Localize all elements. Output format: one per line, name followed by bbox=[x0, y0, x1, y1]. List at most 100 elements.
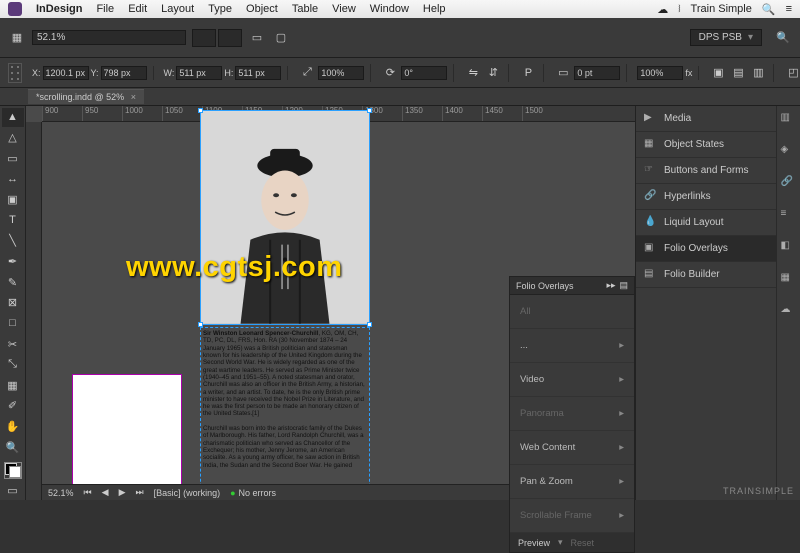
screen-mode-icon[interactable]: ▢ bbox=[272, 29, 290, 47]
character-icon[interactable]: P bbox=[519, 64, 537, 82]
rectangle-frame-tool[interactable]: ⊠ bbox=[2, 293, 24, 312]
line-tool[interactable]: ╲ bbox=[2, 232, 24, 251]
overlay-row-panorama[interactable]: Panorama▸ bbox=[510, 397, 634, 431]
reset-button[interactable]: Reset bbox=[571, 538, 595, 548]
selection-handle[interactable] bbox=[198, 108, 203, 113]
overlay-row-webcontent[interactable]: Web Content▸ bbox=[510, 431, 634, 465]
panel-liquid-layout[interactable]: 💧Liquid Layout bbox=[636, 210, 776, 236]
pencil-tool[interactable]: ✎ bbox=[2, 273, 24, 292]
view-mode-preview[interactable] bbox=[218, 29, 242, 47]
panel-buttons-forms[interactable]: ☞Buttons and Forms bbox=[636, 158, 776, 184]
nav-last-icon[interactable]: ⏭ bbox=[135, 487, 143, 498]
reference-point[interactable] bbox=[8, 63, 22, 83]
text-frame[interactable]: Sir Winston Leonard Spencer-Churchill, K… bbox=[200, 327, 370, 500]
flip-h-icon[interactable]: ⇋ bbox=[464, 64, 482, 82]
page-tool[interactable]: ▭ bbox=[2, 149, 24, 168]
hand-tool[interactable]: ✋ bbox=[2, 417, 24, 436]
menu-help[interactable]: Help bbox=[423, 3, 446, 15]
scissors-tool[interactable]: ✂ bbox=[2, 335, 24, 354]
fill-stroke-swatch[interactable] bbox=[4, 462, 22, 479]
gap-tool[interactable]: ↔ bbox=[2, 170, 24, 189]
text-wrap-3-icon[interactable]: ▥ bbox=[749, 64, 767, 82]
panel-media[interactable]: ▶Media bbox=[636, 106, 776, 132]
cloud-icon[interactable]: ☁ bbox=[657, 3, 668, 16]
panel-menu-icon[interactable]: ▤ bbox=[619, 280, 628, 291]
app-name[interactable]: InDesign bbox=[36, 3, 82, 15]
menu-window[interactable]: Window bbox=[370, 3, 409, 15]
document-tab[interactable]: *scrolling.indd @ 52% × bbox=[28, 89, 144, 104]
swatches-icon[interactable]: ▦ bbox=[781, 272, 797, 288]
bridge-icon[interactable]: ▦ bbox=[8, 29, 26, 47]
opacity-field[interactable] bbox=[637, 66, 683, 80]
selection-handle[interactable] bbox=[367, 108, 372, 113]
flip-v-icon[interactable]: ⇵ bbox=[484, 64, 502, 82]
close-tab-icon[interactable]: × bbox=[131, 92, 136, 102]
free-transform-tool[interactable]: ⤡ bbox=[2, 355, 24, 374]
stroke-field[interactable] bbox=[574, 66, 620, 80]
corner-icon[interactable]: ◰ bbox=[784, 64, 800, 82]
status-errors[interactable]: No errors bbox=[230, 488, 276, 498]
overlay-row-slideshow[interactable]: ...▸ bbox=[510, 329, 634, 363]
x-field[interactable] bbox=[43, 66, 89, 80]
collapse-icon[interactable]: ▸▸ bbox=[606, 280, 615, 291]
menu-type[interactable]: Type bbox=[208, 3, 232, 15]
text-wrap-icon[interactable]: ▣ bbox=[709, 64, 727, 82]
menu-extra-icon[interactable]: ≡ bbox=[786, 3, 792, 15]
pages-icon[interactable]: ▥ bbox=[781, 112, 797, 128]
status-preset[interactable]: [Basic] (working) bbox=[154, 488, 221, 498]
type-tool[interactable]: T bbox=[2, 211, 24, 230]
panel-object-states[interactable]: ▦Object States bbox=[636, 132, 776, 158]
image-frame[interactable] bbox=[200, 110, 370, 325]
menu-view[interactable]: View bbox=[332, 3, 356, 15]
menu-object[interactable]: Object bbox=[246, 3, 278, 15]
menu-edit[interactable]: Edit bbox=[128, 3, 147, 15]
view-mode-toggle[interactable]: ▭ bbox=[2, 481, 24, 500]
panel-folio-builder[interactable]: ▤Folio Builder bbox=[636, 262, 776, 288]
workspace-switcher[interactable]: DPS PSB ▾ bbox=[690, 29, 762, 46]
content-collector-tool[interactable]: ▣ bbox=[2, 190, 24, 209]
overlay-row-all[interactable]: All bbox=[510, 295, 634, 329]
view-mode-normal[interactable] bbox=[192, 29, 216, 47]
stroke-panel-icon[interactable]: ≡ bbox=[781, 208, 797, 224]
fx-button[interactable]: fx bbox=[685, 68, 692, 78]
w-field[interactable] bbox=[176, 66, 222, 80]
nav-prev-icon[interactable]: ◀ bbox=[102, 487, 109, 498]
status-zoom[interactable]: 52.1% bbox=[48, 488, 74, 498]
nav-first-icon[interactable]: ⏮ bbox=[84, 487, 92, 498]
selection-tool[interactable]: ▲ bbox=[2, 108, 24, 127]
page-spread[interactable] bbox=[72, 374, 182, 500]
pen-tool[interactable]: ✒ bbox=[2, 252, 24, 271]
nav-next-icon[interactable]: ▶ bbox=[119, 487, 126, 498]
rectangle-tool[interactable]: □ bbox=[2, 314, 24, 333]
layers-icon[interactable]: ◈ bbox=[781, 144, 797, 160]
wifi-icon[interactable]: ⧘ bbox=[678, 3, 680, 16]
menu-table[interactable]: Table bbox=[292, 3, 318, 15]
menu-file[interactable]: File bbox=[96, 3, 114, 15]
rotate-field[interactable] bbox=[401, 66, 447, 80]
gradient-tool[interactable]: ▦ bbox=[2, 376, 24, 395]
spotlight-icon[interactable]: 🔍 bbox=[762, 3, 776, 16]
scale-x-field[interactable] bbox=[318, 66, 364, 80]
zoom-tool[interactable]: 🔍 bbox=[2, 438, 24, 457]
y-field[interactable] bbox=[101, 66, 147, 80]
zoom-field[interactable] bbox=[32, 30, 186, 45]
folio-overlays-panel[interactable]: Folio Overlays ▸▸ ▤ All ...▸ Video▸ Pano… bbox=[509, 276, 635, 553]
panel-header[interactable]: Folio Overlays ▸▸ ▤ bbox=[510, 277, 634, 295]
panel-hyperlinks[interactable]: 🔗Hyperlinks bbox=[636, 184, 776, 210]
overlay-row-scrollable[interactable]: Scrollable Frame▸ bbox=[510, 499, 634, 533]
links-icon[interactable]: 🔗 bbox=[781, 176, 797, 192]
overlay-row-video[interactable]: Video▸ bbox=[510, 363, 634, 397]
menu-layout[interactable]: Layout bbox=[161, 3, 194, 15]
panel-folio-overlays[interactable]: ▣Folio Overlays bbox=[636, 236, 776, 262]
eyedropper-tool[interactable]: ✐ bbox=[2, 397, 24, 416]
color-icon[interactable]: ◧ bbox=[781, 240, 797, 256]
text-wrap-2-icon[interactable]: ▤ bbox=[729, 64, 747, 82]
preview-button[interactable]: Preview bbox=[518, 538, 550, 548]
search-icon[interactable]: 🔍 bbox=[774, 29, 792, 47]
h-field[interactable] bbox=[235, 66, 281, 80]
arrange-icon[interactable]: ▭ bbox=[248, 29, 266, 47]
cc-libraries-icon[interactable]: ☁ bbox=[781, 304, 797, 320]
overlay-row-panzoom[interactable]: Pan & Zoom▸ bbox=[510, 465, 634, 499]
user-label[interactable]: Train Simple bbox=[691, 3, 752, 15]
direct-selection-tool[interactable]: △ bbox=[2, 129, 24, 148]
